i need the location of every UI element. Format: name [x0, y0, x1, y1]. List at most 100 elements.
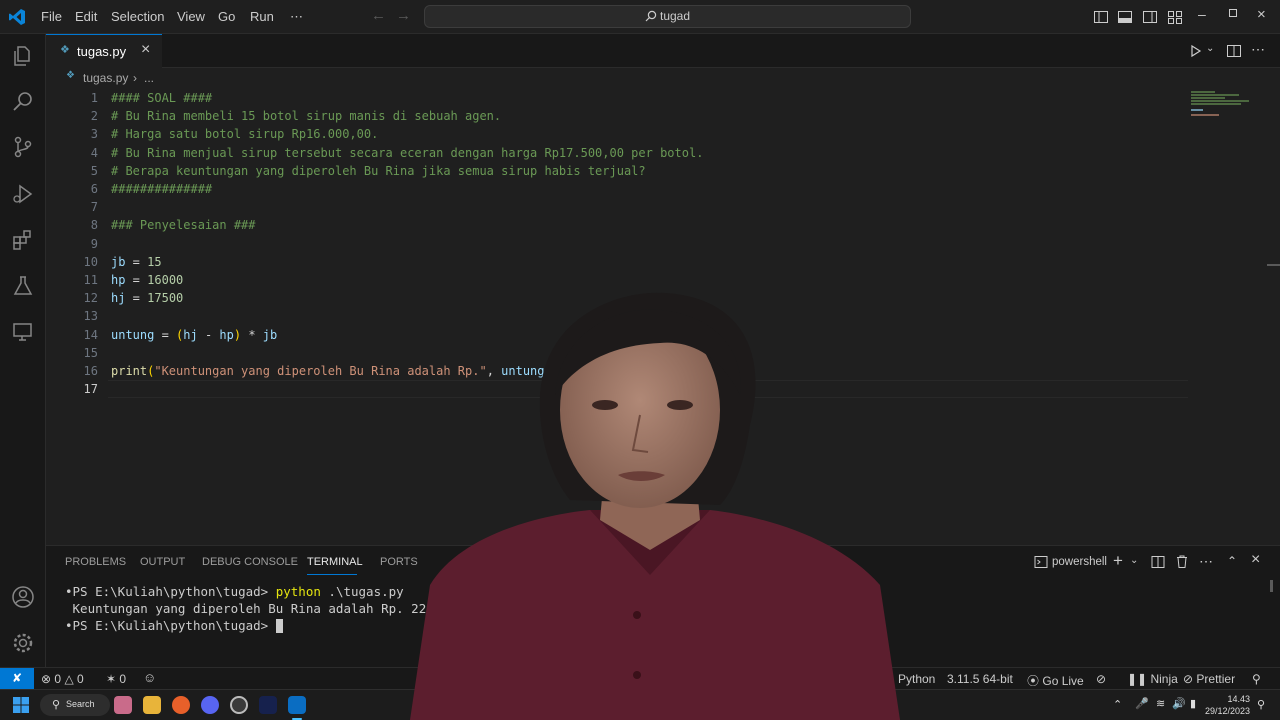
source-control-icon[interactable] [11, 135, 35, 159]
terminal-shell-name[interactable]: powershell [1052, 556, 1107, 568]
breadcrumb-file[interactable]: tugas.py [83, 71, 128, 85]
vscode-logo-icon [9, 9, 25, 25]
vscode-taskbar-icon[interactable] [288, 696, 306, 714]
windows-start-icon[interactable] [13, 697, 29, 713]
minimize-icon[interactable]: – [1198, 6, 1206, 22]
tab-debug-console[interactable]: DEBUG CONSOLE [202, 556, 298, 568]
toggle-sidebar-icon[interactable] [1093, 9, 1109, 25]
scrollbar-marker [1267, 264, 1280, 266]
menu-go[interactable]: Go [218, 9, 235, 24]
code-line: hp = 16000 [111, 273, 183, 287]
panel-more-icon[interactable]: ⋯ [1199, 553, 1213, 570]
code-line: #### SOAL #### [111, 91, 212, 105]
obs-icon[interactable] [230, 696, 248, 714]
clock-time[interactable]: 14.43 [1212, 694, 1250, 704]
testing-flask-icon[interactable] [11, 274, 35, 298]
clock-date[interactable]: 29/12/2023 [1200, 706, 1250, 716]
ports-status[interactable]: ✶ 0 [106, 672, 126, 686]
tab-terminal[interactable]: TERMINAL [307, 556, 363, 568]
webcam-person-overlay [410, 292, 900, 720]
tab-tugas-py[interactable]: ❖ tugas.py × [46, 34, 162, 68]
notification-center-icon[interactable]: ⚲ [1257, 698, 1265, 711]
bell-slash-icon[interactable]: ⊘ [1096, 672, 1106, 686]
command-center[interactable]: tugad [424, 5, 911, 28]
ninja-status[interactable]: ❚❚ Ninja [1127, 672, 1178, 686]
remote-indicator-icon[interactable]: ✘ [0, 668, 34, 690]
pause-icon: ❚❚ [1127, 672, 1148, 686]
taskbar-search[interactable]: ⚲ Search [40, 694, 110, 716]
line-number: 8 [90, 218, 98, 233]
tab-label: tugas.py [77, 44, 127, 59]
line-number: 13 [83, 309, 98, 324]
discord-icon[interactable] [201, 696, 219, 714]
ninja-label: Ninja [1150, 672, 1178, 686]
account-icon[interactable] [11, 585, 35, 609]
remote-explorer-icon[interactable] [11, 320, 35, 344]
split-terminal-icon[interactable] [1151, 555, 1165, 569]
breadcrumb-more[interactable]: ... [144, 71, 154, 85]
restore-icon[interactable] [1229, 9, 1237, 17]
tab-problems[interactable]: PROBLEMS [65, 556, 126, 568]
taskbar-search-label: Search [66, 699, 95, 709]
code-token: # Bu Rina menjual sirup tersebut secara … [111, 145, 704, 160]
explorer-icon[interactable] [11, 44, 35, 68]
code-line: # Berapa keuntungan yang diperoleh Bu Ri… [111, 164, 646, 178]
terminal-scrollbar[interactable] [1270, 580, 1273, 592]
notifications-bell-icon[interactable]: ⚲ [1252, 672, 1261, 686]
extensions-icon[interactable] [11, 228, 35, 252]
maximize-panel-chevron-up-icon[interactable]: ⌃ [1227, 554, 1237, 568]
menu-more[interactable]: ⋯ [290, 9, 303, 25]
volume-icon[interactable]: 🔊 [1172, 697, 1186, 710]
go-live-status[interactable]: ⦿ Go Live [1027, 672, 1084, 689]
code-token: ############## [111, 182, 213, 196]
line-number: 11 [83, 273, 98, 287]
split-editor-icon[interactable] [1226, 43, 1242, 59]
run-file-icon[interactable] [1189, 44, 1203, 58]
menu-run[interactable]: Run [250, 9, 274, 24]
terminal-dropdown-chevron-icon[interactable]: ⌄ [1130, 555, 1138, 566]
forward-arrow-icon[interactable]: → [396, 7, 411, 24]
back-arrow-icon[interactable]: ← [371, 7, 386, 24]
microphone-icon[interactable]: 🎤 [1135, 697, 1149, 710]
toggle-secondary-sidebar-icon[interactable] [1142, 9, 1158, 25]
editor-more-icon[interactable]: ⋯ [1251, 41, 1265, 58]
prettier-status[interactable]: ⊘ Prettier [1183, 672, 1235, 686]
manage-gear-icon[interactable] [11, 631, 35, 655]
smiley-icon[interactable]: ☺ [143, 670, 156, 685]
kill-terminal-trash-icon[interactable] [1175, 554, 1189, 569]
code-token: hp [219, 327, 234, 342]
run-dropdown-chevron-icon[interactable]: ⌄ [1206, 43, 1214, 54]
battery-icon[interactable]: ▮ [1190, 697, 1196, 710]
broadcast-icon: ⦿ [1027, 674, 1040, 688]
tray-chevron-up-icon[interactable]: ⌃ [1113, 698, 1122, 711]
menu-file[interactable]: File [41, 9, 62, 24]
tab-close-icon[interactable]: × [141, 41, 150, 59]
problems-status[interactable]: ⊗ 0 △ 0 [41, 672, 84, 686]
menu-edit[interactable]: Edit [75, 9, 97, 24]
firefox-icon[interactable] [172, 696, 190, 714]
error-icon: ⊗ [41, 672, 52, 686]
line-number: 4 [90, 145, 98, 160]
file-explorer-icon[interactable] [143, 696, 161, 714]
close-window-icon[interactable]: × [1257, 6, 1266, 23]
run-debug-icon[interactable] [11, 182, 35, 206]
code-token: jb [262, 327, 278, 342]
tab-output[interactable]: OUTPUT [140, 556, 185, 568]
new-terminal-plus-icon[interactable]: + [1113, 551, 1123, 571]
menu-view[interactable]: View [177, 9, 205, 24]
app-anime-icon[interactable] [114, 696, 132, 714]
video-editor-icon[interactable] [259, 696, 277, 714]
close-panel-icon[interactable]: × [1251, 551, 1260, 569]
wifi-icon[interactable]: ≋ [1156, 697, 1165, 710]
minimap[interactable] [1191, 90, 1251, 116]
code-token: = [154, 327, 177, 342]
search-activity-icon[interactable] [11, 89, 35, 113]
menu-selection[interactable]: Selection [111, 9, 164, 24]
toggle-panel-icon[interactable] [1117, 9, 1133, 25]
customize-layout-icon[interactable] [1167, 9, 1183, 25]
python-version[interactable]: 3.11.5 64-bit [947, 672, 1013, 686]
taskbar-search-icon: ⚲ [52, 699, 61, 711]
line-number: 2 [90, 109, 98, 124]
code-token: hj [111, 291, 126, 306]
active-tab-indicator [307, 574, 357, 575]
